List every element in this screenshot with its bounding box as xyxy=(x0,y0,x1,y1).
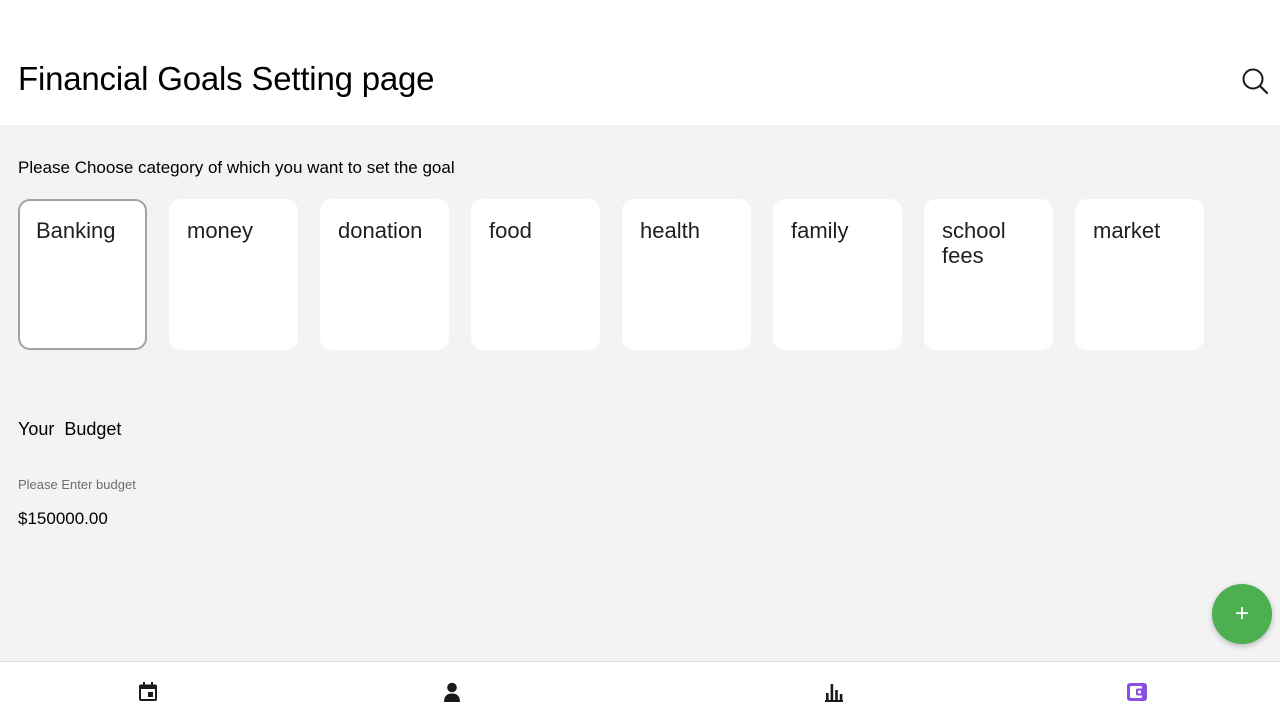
category-label: school fees xyxy=(942,218,1006,268)
category-card-market[interactable]: market xyxy=(1075,199,1204,350)
search-button[interactable] xyxy=(1240,66,1270,96)
search-icon xyxy=(1242,68,1269,95)
nav-statistics[interactable] xyxy=(822,680,846,704)
nav-calendar[interactable] xyxy=(136,680,160,704)
category-card-health[interactable]: health xyxy=(622,199,751,350)
category-label: health xyxy=(640,218,700,243)
category-card-money[interactable]: money xyxy=(169,199,298,350)
add-goal-button[interactable]: + xyxy=(1212,584,1272,644)
wallet-icon xyxy=(1127,683,1147,701)
person-icon xyxy=(444,682,460,702)
bar-chart-icon xyxy=(825,684,843,702)
category-prompt: Please Choose category of which you want… xyxy=(18,158,455,177)
category-label: donation xyxy=(338,218,423,243)
category-card-food[interactable]: food xyxy=(471,199,600,350)
category-label: food xyxy=(489,218,532,243)
category-card-banking[interactable]: Banking xyxy=(18,199,147,350)
category-label: money xyxy=(187,218,254,243)
page-title: Financial Goals Setting page xyxy=(18,60,435,97)
budget-section-title: Your Budget xyxy=(18,419,122,439)
category-card-family[interactable]: family xyxy=(773,199,902,350)
budget-input[interactable] xyxy=(18,505,318,533)
nav-profile[interactable] xyxy=(440,680,464,704)
app-header: Financial Goals Setting page xyxy=(0,0,1280,125)
nav-wallet[interactable] xyxy=(1125,680,1149,704)
category-label: market xyxy=(1093,218,1161,243)
category-label: family xyxy=(791,218,849,243)
category-list: Banking money donation food health famil… xyxy=(18,199,1218,350)
category-card-school-fees[interactable]: school fees xyxy=(924,199,1053,350)
category-label: Banking xyxy=(36,218,116,243)
category-card-donation[interactable]: donation xyxy=(320,199,449,350)
calendar-icon xyxy=(139,682,157,701)
bottom-navigation xyxy=(0,661,1280,715)
budget-field-label: Please Enter budget xyxy=(18,477,136,492)
